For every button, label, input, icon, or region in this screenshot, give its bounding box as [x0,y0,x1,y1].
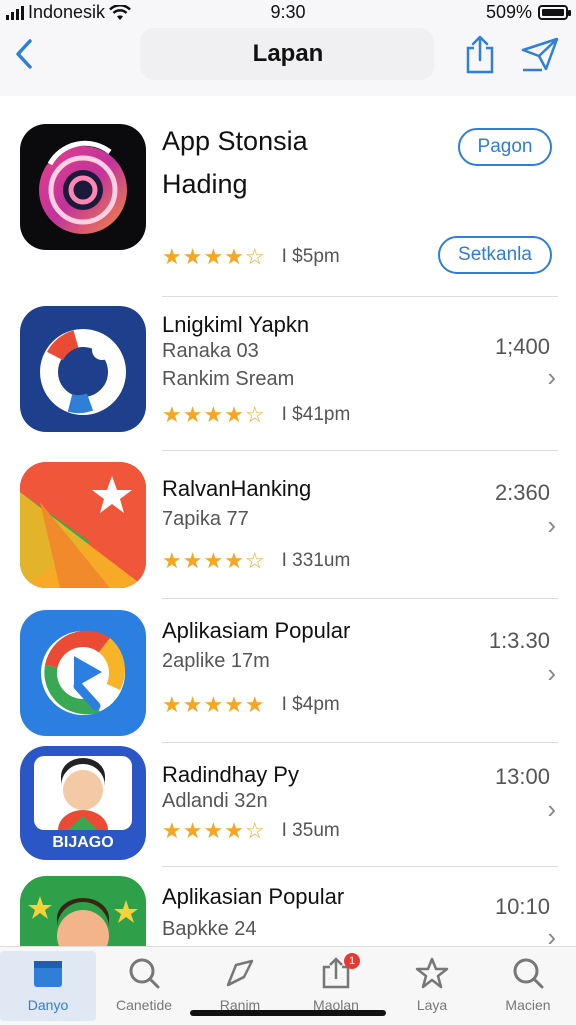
app-name: Radindhay Py [162,762,299,787]
app-name: Lnigkiml Yapkn [162,312,310,337]
list-item[interactable]: BIJAGO Radindhay Py Adlandi 32n ★★★★☆ I … [0,742,576,866]
tab-search[interactable]: Macien [480,951,576,1021]
chevron-right-icon[interactable]: › [547,510,556,541]
icon-label: BIJAGO [52,834,114,851]
tab-label: Canetide [115,997,173,1013]
list-item[interactable]: Aplikasiam Popular 2aplike 17m ★★★★★ I $… [0,598,576,742]
battery-group: 509% [485,2,571,23]
app-subtitle-2: Rankim Sream [162,368,295,390]
chevron-right-icon[interactable]: › [547,794,556,825]
app-meta: I $41pm [281,404,351,425]
tab-label: Danyo [27,997,69,1013]
app-subtitle: Bapkke 24 [162,918,257,940]
app-subtitle: 7apika 77 [162,508,249,530]
app-subtitle: Adlandi 32n [162,790,268,812]
tab-today[interactable]: Danyo [0,951,96,1021]
open-button[interactable]: Setkanla [438,236,552,274]
notification-badge: 1 [344,953,360,969]
app-count: 1;400 [494,334,550,359]
app-count: 13:00 [494,764,550,789]
app-subtitle: Ranaka 03 [162,340,259,362]
character-icon [28,896,138,946]
star-rating: ★★★★☆ [162,244,266,269]
tab-label: Laya [416,997,448,1013]
app-list: App Stonsia Hading ★★★★☆ I $5pm Pagon Se… [0,96,576,946]
send-icon[interactable] [520,36,560,72]
tab-label: Macien [505,997,551,1013]
spiral-icon [39,140,127,234]
app-name-line2: Hading [162,169,248,199]
app-meta: I $4pm [281,694,340,715]
ring-logo-icon [40,329,126,415]
rating: ★★★★☆ I 331um [162,548,350,574]
star-rating: ★★★★☆ [162,818,266,843]
featured-app-row[interactable]: App Stonsia Hading ★★★★☆ I $5pm Pagon Se… [0,96,576,296]
play-circle-icon [41,630,125,715]
app-icon: BIJAGO [20,746,146,860]
app-meta: I 35um [281,820,340,841]
tab-favorites[interactable]: Laya [384,951,480,1021]
list-item[interactable]: RalvanHanking 7apika 77 ★★★★☆ I 331um 2:… [0,450,576,600]
app-meta: I 331um [281,550,351,571]
star-rating: ★★★★☆ [162,402,266,427]
app-icon [20,610,146,736]
list-item[interactable]: Lnigkiml Yapkn Ranaka 03 Rankim Sream ★★… [0,296,576,446]
list-item[interactable]: Aplikasian Popular Bapkke 24 10:10 › [0,866,576,946]
get-button[interactable]: Pagon [458,128,552,166]
app-icon [20,124,146,250]
battery-percent: 509% [485,2,532,22]
app-name: RalvanHanking [162,476,312,501]
star-icon [415,957,449,989]
rating: ★★★★★ I $4pm [162,692,340,718]
navigation-bar: Lapan [0,26,576,84]
search-icon [513,958,544,989]
app-name: Aplikasian Popular [162,884,345,909]
app-icon [20,876,146,946]
chevron-right-icon[interactable]: › [547,922,556,946]
search-icon [129,958,160,989]
today-icon [34,961,62,987]
app-count: 2:360 [494,480,550,505]
status-bar: Indonesik 9:30 509% [0,0,576,26]
star-rating: ★★★★☆ [162,548,266,573]
app-subtitle: 2aplike 17m [162,650,270,672]
share-icon[interactable] [462,34,498,74]
home-indicator [190,1010,386,1016]
app-icon [20,306,146,432]
rating: ★★★★☆ I $41pm [162,402,350,428]
rating: ★★★★☆ I $5pm [162,244,340,270]
battery-icon [538,5,571,20]
rating: ★★★★☆ I 35um [162,818,340,844]
star-rating: ★★★★★ [162,692,266,717]
app-count: 10:10 [494,894,550,919]
chevron-right-icon[interactable]: › [547,658,556,689]
tab-categories[interactable]: Canetide [96,951,192,1021]
ranking-icon [226,959,254,987]
app-meta: I $5pm [281,246,340,267]
app-count: 1:3.30 [488,628,550,653]
app-name: Aplikasiam Popular [162,618,351,643]
app-icon [20,462,146,588]
app-name: App Stonsia [162,126,308,156]
chevron-right-icon[interactable]: › [547,362,556,393]
play-star-icon [20,462,146,588]
